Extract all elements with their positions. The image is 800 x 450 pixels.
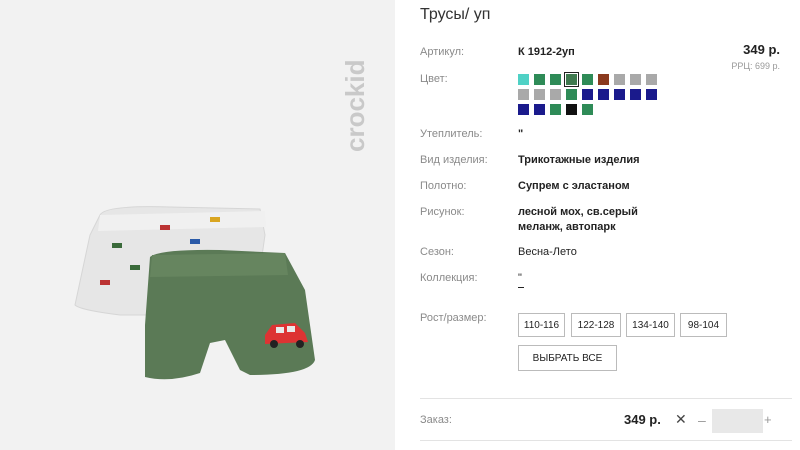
pattern-value-line2: меланж, автопарк — [518, 221, 616, 233]
quantity-increase-button[interactable]: + — [764, 412, 772, 427]
size-button-122-128[interactable]: 122-128 — [571, 313, 621, 337]
color-swatch[interactable] — [550, 74, 561, 85]
article-label: Артикул: — [420, 46, 465, 58]
fabric-label: Полотно: — [420, 180, 467, 192]
collection-underline — [518, 287, 524, 288]
close-icon[interactable]: ✕ — [675, 411, 687, 428]
pattern-value-line1: лесной мох, св.серый — [518, 206, 638, 218]
color-swatch[interactable] — [598, 74, 609, 85]
collection-label: Коллекция: — [420, 272, 478, 284]
pattern-label: Рисунок: — [420, 206, 465, 218]
brand-logo-text: crockid — [340, 60, 370, 153]
color-swatch[interactable] — [534, 104, 545, 115]
color-swatch[interactable] — [518, 89, 529, 100]
season-value: Весна-Лето — [518, 246, 577, 258]
color-swatch[interactable] — [534, 89, 545, 100]
order-label: Заказ: — [420, 414, 452, 426]
color-swatch[interactable] — [614, 74, 625, 85]
color-swatch[interactable] — [518, 104, 529, 115]
color-swatch[interactable] — [564, 72, 579, 87]
insulation-value: " — [518, 128, 524, 140]
color-swatch[interactable] — [630, 74, 641, 85]
fabric-value: Супрем с эластаном — [518, 180, 630, 192]
color-swatch[interactable] — [550, 89, 561, 100]
color-swatch[interactable] — [566, 104, 577, 115]
color-swatch[interactable] — [582, 74, 593, 85]
divider-top — [420, 398, 792, 399]
color-swatch[interactable] — [630, 89, 641, 100]
size-button-134-140[interactable]: 134-140 — [626, 313, 675, 337]
color-label: Цвет: — [420, 73, 448, 85]
color-swatch[interactable] — [646, 89, 657, 100]
size-label: Рост/размер: — [420, 312, 487, 324]
color-swatch[interactable] — [518, 74, 529, 85]
product-info-panel: Трусы/ уп Артикул: К 1912-2уп 349 р. РРЦ… — [420, 0, 800, 450]
recommended-retail-price: РРЦ: 699 р. — [731, 61, 780, 71]
color-swatch[interactable] — [582, 89, 593, 100]
product-title: Трусы/ уп — [420, 6, 491, 23]
brand-logo: crockid — [340, 60, 370, 153]
product-price: 349 р. — [743, 42, 780, 57]
product-image-underwear — [74, 206, 315, 380]
color-swatch[interactable] — [566, 89, 577, 100]
order-price: 349 р. — [624, 412, 661, 427]
size-button-98-104[interactable]: 98-104 — [680, 313, 727, 337]
color-swatch[interactable] — [614, 89, 625, 100]
type-label: Вид изделия: — [420, 154, 488, 166]
color-swatch[interactable] — [646, 74, 657, 85]
insulation-label: Утеплитель: — [420, 128, 483, 140]
product-photo: crockid — [0, 0, 395, 450]
collection-value: " — [518, 272, 522, 284]
color-swatch[interactable] — [582, 104, 593, 115]
color-swatch[interactable] — [550, 104, 561, 115]
divider-bottom — [420, 440, 792, 441]
color-swatch[interactable] — [534, 74, 545, 85]
select-all-sizes-button[interactable]: ВЫБРАТЬ ВСЕ — [518, 345, 617, 371]
size-button-110-116[interactable]: 110-116 — [518, 313, 565, 337]
type-value: Трикотажные изделия — [518, 154, 640, 166]
article-value: К 1912-2уп — [518, 46, 575, 58]
quantity-input[interactable] — [712, 409, 763, 433]
color-swatch[interactable] — [598, 89, 609, 100]
season-label: Сезон: — [420, 246, 454, 258]
quantity-decrease-button[interactable]: – — [698, 412, 706, 428]
